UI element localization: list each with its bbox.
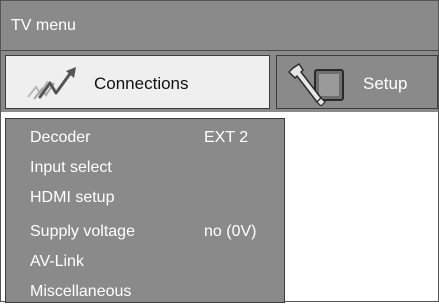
menu-item-supply-voltage[interactable]: Supply voltage no (0V) <box>6 217 284 247</box>
menu-item-label: Decoder <box>30 129 91 146</box>
menu-item-label: Supply voltage <box>30 223 135 240</box>
menu-item-av-link[interactable]: AV-Link <box>6 247 284 277</box>
tab-setup[interactable]: Setup <box>276 55 438 109</box>
menu-item-hdmi-setup[interactable]: HDMI setup <box>6 183 284 213</box>
connections-menu: Decoder EXT 2 Input select HDMI setup Su… <box>5 118 285 303</box>
tab-bar: Connections Setup <box>1 51 438 112</box>
menu-item-miscellaneous[interactable]: Miscellaneous <box>6 277 284 307</box>
menu-item-label: Input select <box>30 159 112 176</box>
menu-item-label: HDMI setup <box>30 189 115 206</box>
tab-connections-label: Connections <box>94 74 189 93</box>
menu-item-decoder[interactable]: Decoder EXT 2 <box>6 123 284 153</box>
menu-item-label: Miscellaneous <box>30 283 132 300</box>
window-title: TV menu <box>1 1 438 51</box>
connections-icon <box>27 67 76 100</box>
tab-connections[interactable]: Connections <box>5 55 270 109</box>
menu-item-label: AV-Link <box>30 253 84 270</box>
menu-item-value: EXT 2 <box>204 129 249 146</box>
menu-item-value: no (0V) <box>204 223 257 240</box>
tv-menu-window: TV menu Connections Setup Decoder EXT 2 … <box>0 0 439 303</box>
setup-icon <box>288 63 344 106</box>
tab-setup-label: Setup <box>363 74 408 93</box>
menu-item-input-select[interactable]: Input select <box>6 153 284 183</box>
